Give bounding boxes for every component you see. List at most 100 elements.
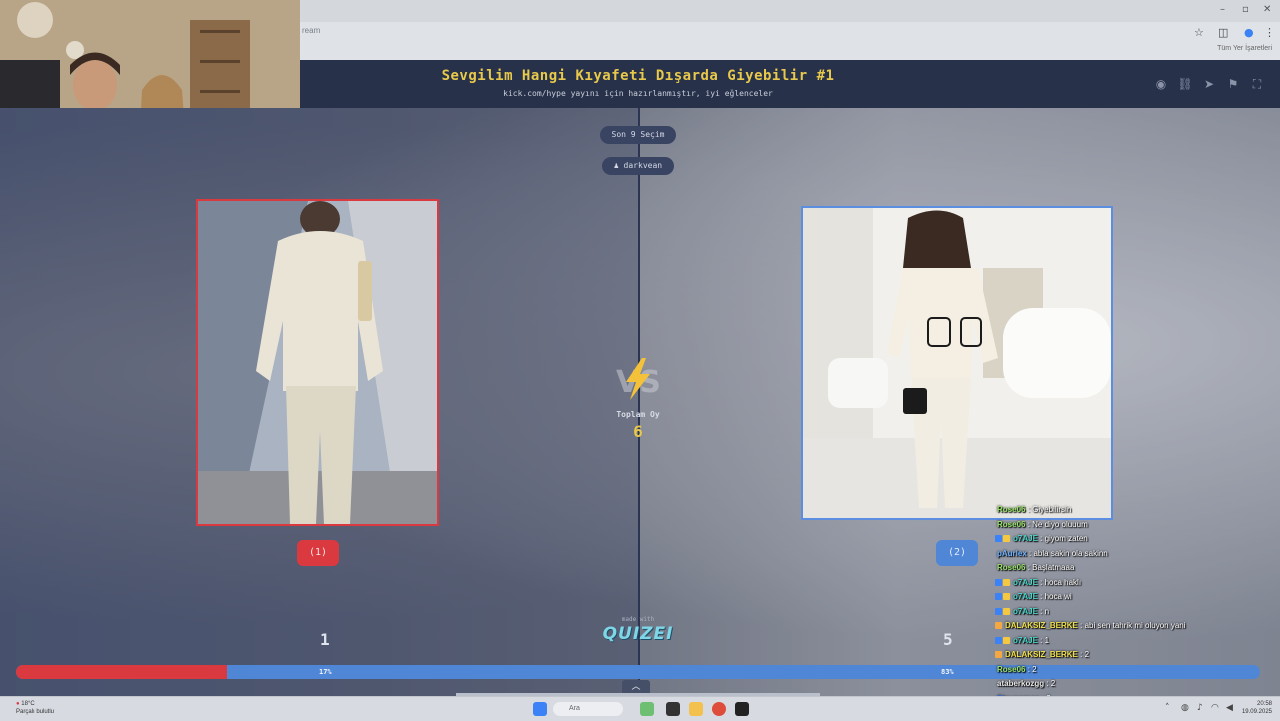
option-image-1 [198, 201, 437, 524]
chat-username[interactable]: DALAKSIZ_BERKE [1005, 621, 1078, 630]
chat-text: abla sakin ola sakinn [1033, 548, 1108, 558]
system-clock[interactable]: 20:58 19.09.2025 [1242, 700, 1272, 716]
user-icon: ♟ [613, 161, 624, 170]
chat-text: giyom zaten [1044, 534, 1088, 543]
extensions-icon[interactable]: ◫ [1218, 26, 1228, 39]
tray-chevron-icon[interactable]: ˄ [1165, 703, 1170, 713]
chat-text: hoca wi [1044, 592, 1072, 601]
chat-badge-icon [995, 636, 1002, 644]
weather-desc: Parçalı bulutlu [16, 709, 55, 715]
browser-menu-icon[interactable]: ⋮ [1264, 26, 1275, 39]
maximize-icon[interactable]: ▫ [1242, 4, 1249, 15]
clock-time: 20:58 [1256, 701, 1272, 707]
chat-badge-icon [995, 535, 1002, 543]
vote-button-2[interactable]: (2) [936, 540, 978, 566]
minimize-icon[interactable]: – [1220, 4, 1225, 15]
fullscreen-icon[interactable]: ⛶ [1249, 76, 1265, 92]
taskbar-search[interactable]: Ara [553, 702, 623, 716]
vote-share-bar-option-1 [16, 665, 228, 679]
option-2-percent: 83% [941, 668, 954, 676]
vote-button-1[interactable]: (1) [297, 540, 339, 566]
quizei-logo[interactable]: QUIZEI [598, 624, 678, 644]
last-selection-pill[interactable]: Son 9 Seçim [600, 126, 676, 144]
chat-message: DALAKSIZ_BERKE : abi sen tahrik mi oluyo… [995, 619, 1280, 634]
weather-widget[interactable]: ● 18°C Parçalı bulutlu [16, 700, 54, 716]
chat-message: Rose06 : Ne diyo oluuum [995, 518, 1280, 533]
tray-network-icon[interactable]: ◍ [1181, 703, 1189, 713]
windows-taskbar: ● 18°C Parçalı bulutlu Ara ˄ ◍ ♪ ◠ ◀ 20:… [0, 696, 1280, 721]
chat-separator: : [1037, 577, 1045, 587]
total-votes-value: 6 [633, 422, 643, 441]
chat-username[interactable]: pAurlex [997, 549, 1027, 558]
chevron-up-icon[interactable]: ︿ [622, 680, 650, 694]
app-icon-3[interactable] [735, 702, 749, 716]
tray-mic-icon[interactable]: ♪ [1197, 703, 1203, 713]
chat-username[interactable]: Rose06 [997, 665, 1025, 674]
chat-badge-icon [1003, 636, 1010, 644]
windows-start-icon[interactable] [533, 702, 547, 716]
chat-username[interactable]: o7AJE [1013, 636, 1038, 645]
all-bookmarks-link[interactable]: Tüm Yer İşaretleri [1217, 45, 1272, 52]
tray-wifi-icon[interactable]: ◠ [1211, 703, 1219, 713]
chat-username[interactable]: o7AJE [1013, 578, 1038, 587]
chat-separator: : [1037, 635, 1045, 645]
chat-badges [995, 576, 1011, 591]
chat-separator: : [1037, 592, 1045, 601]
chat-message: o7AJE : 1 [995, 634, 1280, 649]
chat-message: Rose06 : 2 [995, 663, 1280, 678]
app-icon-1[interactable] [640, 702, 654, 716]
chat-username[interactable]: o7AJE [1013, 534, 1038, 543]
chat-username[interactable]: o7AJE [1013, 607, 1038, 616]
user-pill-name: darkvean [623, 161, 663, 170]
address-bar[interactable]: ream [302, 26, 320, 35]
option-1-count: 1 [320, 630, 330, 649]
chat-badges [995, 605, 1011, 620]
browser-tab-strip [300, 0, 1280, 22]
chat-username[interactable]: Rose06 [997, 563, 1025, 572]
chat-badges [995, 648, 1003, 663]
chrome-icon[interactable] [712, 702, 726, 716]
center-divider [638, 108, 640, 696]
chat-separator: : [1077, 650, 1085, 659]
app-icon-2[interactable] [666, 702, 680, 716]
chat-username[interactable]: o7AJE [1013, 592, 1038, 601]
star-bookmark-icon[interactable]: ☆ [1194, 26, 1204, 39]
flag-icon[interactable]: ⚑ [1225, 76, 1241, 92]
chat-message: Rose06 : Giyebilirsin [995, 503, 1280, 518]
vs-lightning-icon: VS [616, 358, 661, 400]
chat-username[interactable]: DALAKSIZ_BERKE [1005, 650, 1078, 659]
profile-icon[interactable]: ● [1244, 26, 1254, 39]
tray-volume-icon[interactable]: ◀ [1226, 703, 1233, 713]
option-2-count: 5 [943, 630, 953, 649]
chat-message: o7AJE : giyom zaten [995, 532, 1280, 547]
chat-text: Ne diyo oluuum [1032, 519, 1088, 529]
chat-separator: : [1037, 534, 1045, 543]
close-icon[interactable]: ✕ [1263, 4, 1271, 15]
option-card-2[interactable] [801, 206, 1113, 520]
chat-message: o7AJE : n [995, 605, 1280, 620]
clock-date: 19.09.2025 [1241, 709, 1272, 715]
chat-username[interactable]: Rose06 [997, 520, 1025, 529]
option-card-1[interactable] [196, 199, 439, 526]
chat-username[interactable]: Rose06 [997, 505, 1025, 514]
chat-badge-icon [1003, 578, 1010, 586]
chat-message: o7AJE : hoca haklı [995, 576, 1280, 591]
option-1-percent: 17% [319, 668, 332, 676]
chat-badges [995, 532, 1011, 547]
chat-text: 1 [1044, 635, 1050, 645]
chat-message: pAurlex : abla sakin ola sakinn [995, 547, 1280, 562]
eye-icon[interactable]: ◉ [1153, 76, 1169, 92]
page-subtitle: kick.com/hype yayını için hazırlanmıştır… [503, 89, 773, 98]
chat-badge-icon [1003, 535, 1010, 543]
share-icon[interactable]: ➤ [1201, 76, 1217, 92]
chat-message: o7AJE : hoca wi [995, 590, 1280, 605]
chat-separator: : [1044, 679, 1051, 688]
link-icon[interactable]: ⛓ [1177, 76, 1193, 92]
folder-icon[interactable] [689, 702, 703, 716]
option-image-2 [803, 208, 1111, 518]
made-with-label: made with [621, 616, 655, 623]
chat-username[interactable]: ataberkozgg [997, 679, 1044, 688]
chat-badge-icon [995, 651, 1002, 659]
browser-chrome: ream – ▫ ✕ ☆ ◫ ● ⋮ Tüm Yer İşaretleri [300, 0, 1280, 61]
chat-badge-icon [1003, 593, 1010, 601]
